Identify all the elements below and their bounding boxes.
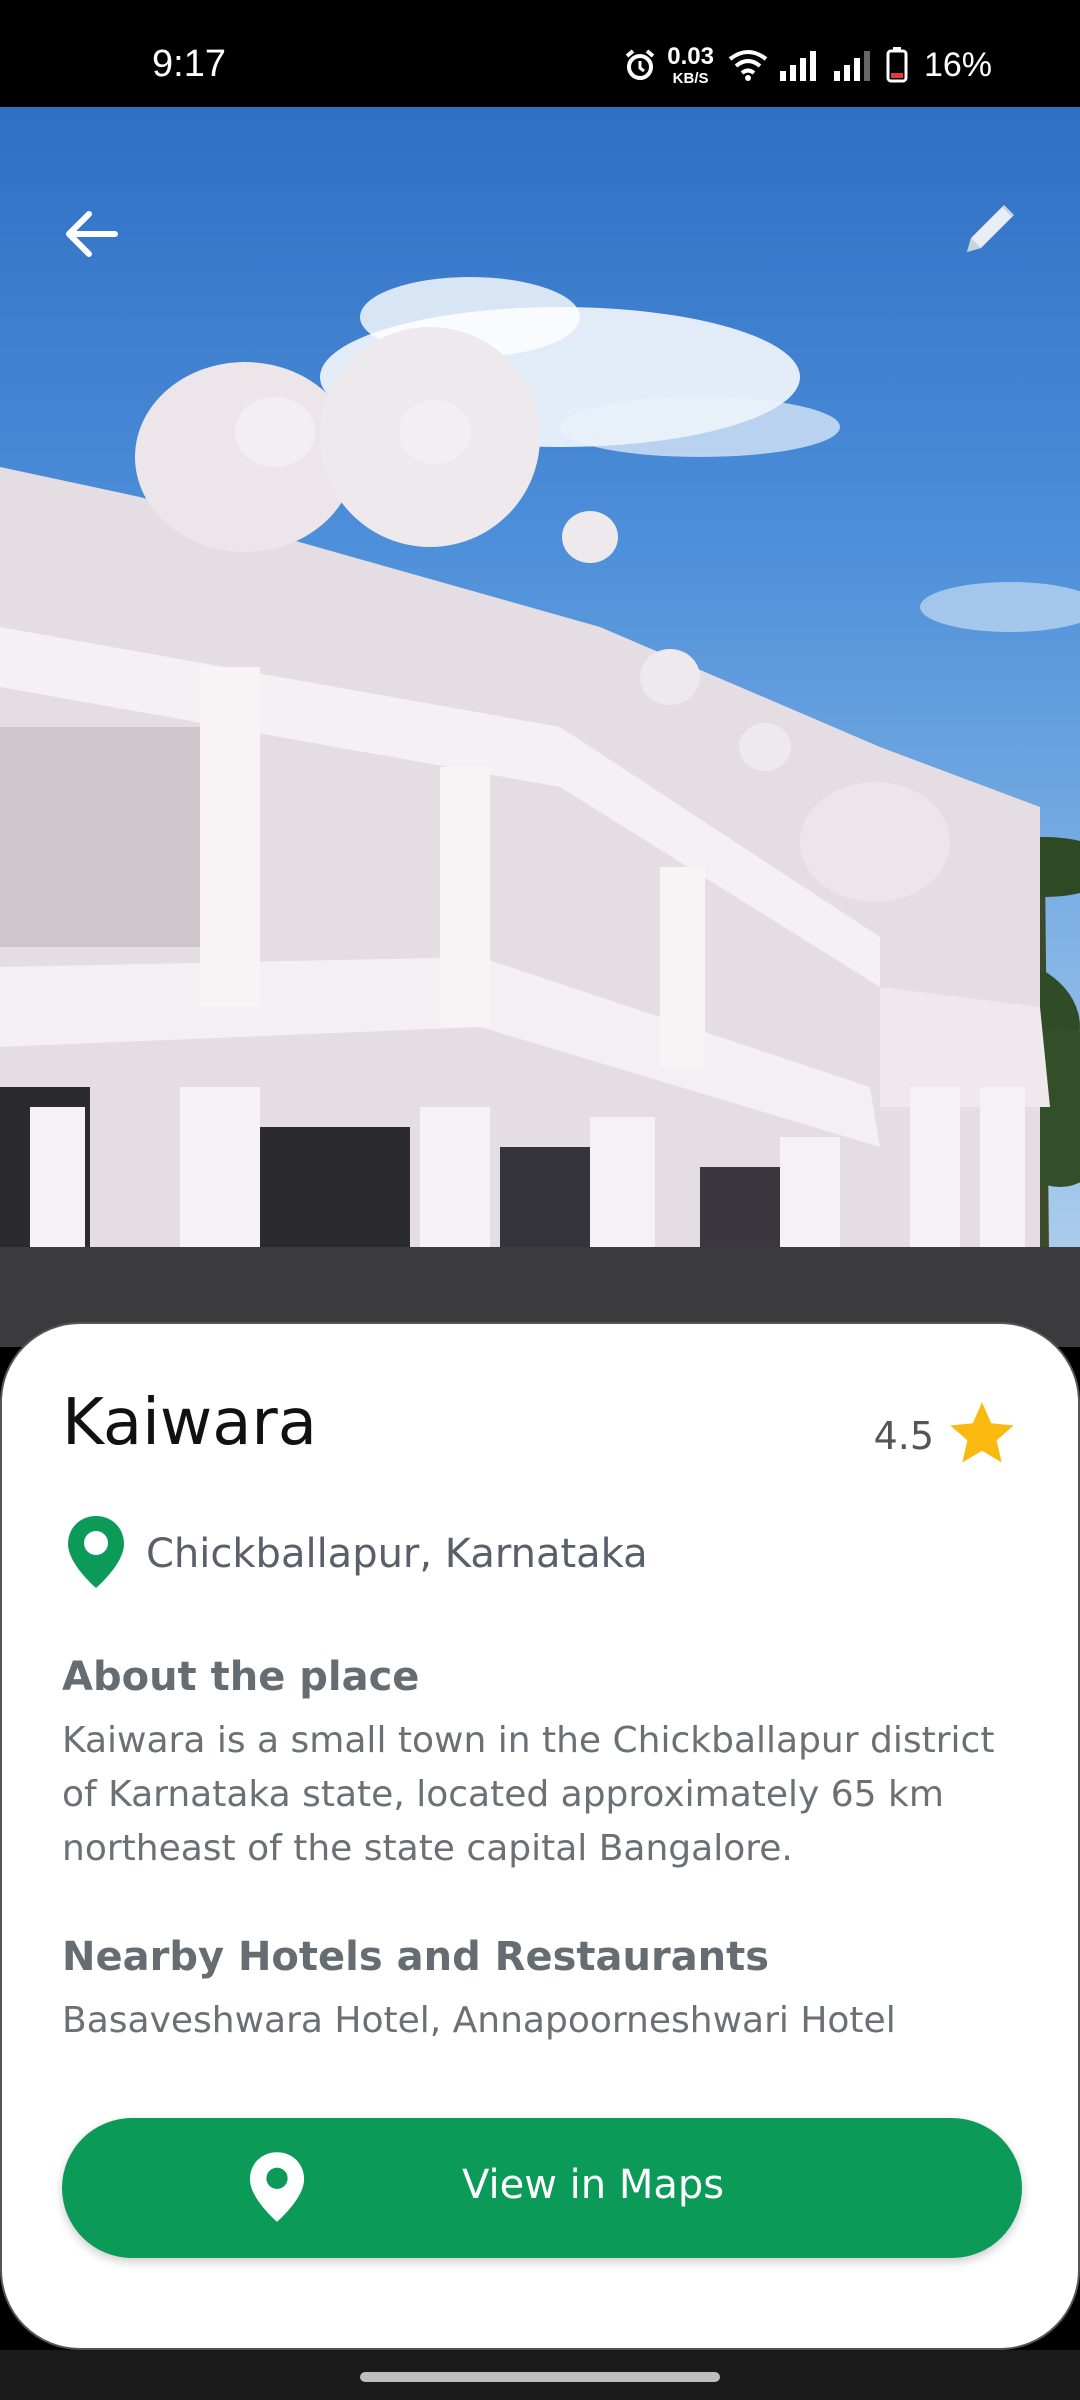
status-icons: 0.03 KB/S 16% xyxy=(623,40,992,90)
rating-value: 4.5 xyxy=(873,1414,934,1458)
back-button[interactable] xyxy=(52,197,130,275)
place-details-card: Kaiwara 4.5 Chickballapur, Karnataka Abo… xyxy=(0,1322,1080,2350)
place-photo xyxy=(0,107,1080,1347)
wifi-icon xyxy=(728,49,768,81)
location-pin-icon xyxy=(66,1514,126,1594)
arrow-left-icon xyxy=(61,204,121,268)
place-title: Kaiwara xyxy=(62,1386,317,1460)
battery-percent: 16% xyxy=(923,45,992,84)
network-speed: 0.03 KB/S xyxy=(667,42,714,87)
view-in-maps-button[interactable]: View in Maps xyxy=(62,2118,1022,2258)
location-row: Chickballapur, Karnataka xyxy=(66,1514,648,1594)
location-text: Chickballapur, Karnataka xyxy=(146,1531,648,1577)
pencil-icon xyxy=(957,196,1023,266)
location-pin-icon xyxy=(248,2150,306,2228)
status-bar: 9:17 0.03 KB/S 16% xyxy=(0,0,1080,107)
signal-icon xyxy=(778,49,822,81)
signal-icon xyxy=(832,49,876,81)
nearby-heading: Nearby Hotels and Restaurants xyxy=(62,1934,770,1980)
status-time: 9:17 xyxy=(152,43,226,85)
home-gesture-handle[interactable] xyxy=(360,2372,720,2382)
star-icon xyxy=(944,1396,1020,1476)
rating: 4.5 xyxy=(874,1396,1020,1476)
about-body: Kaiwara is a small town in the Chickball… xyxy=(62,1720,995,1869)
alarm-icon xyxy=(623,48,657,82)
palace-illustration xyxy=(0,277,1080,1347)
edit-button[interactable] xyxy=(950,191,1030,271)
about-heading: About the place xyxy=(62,1654,420,1700)
view-in-maps-label: View in Maps xyxy=(462,2162,725,2208)
battery-low-icon xyxy=(886,47,908,83)
nearby-body: Basaveshwara Hotel, Annapoorneshwari Hot… xyxy=(62,2000,896,2041)
navigation-bar xyxy=(0,2350,1080,2400)
